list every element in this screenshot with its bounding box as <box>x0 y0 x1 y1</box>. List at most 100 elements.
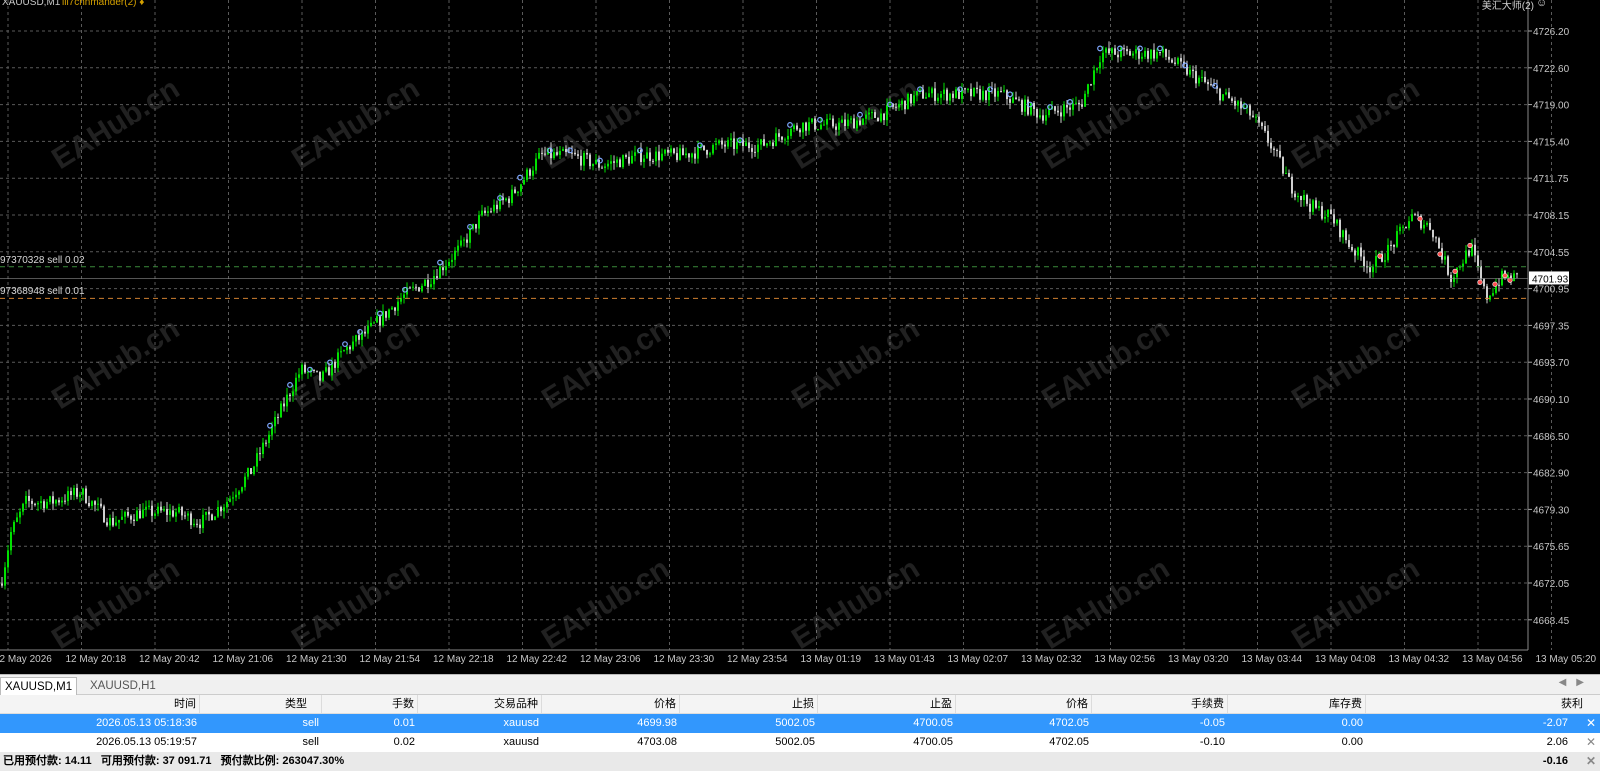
candle-body <box>19 511 21 518</box>
candle-body <box>313 369 315 371</box>
column-header-take-profit[interactable]: 止盈 <box>818 695 956 714</box>
close-order-icon[interactable]: ✕ <box>1586 714 1596 733</box>
column-header-type[interactable]: 类型 <box>200 695 322 714</box>
chevron-left-icon[interactable]: ◀ <box>1559 677 1577 688</box>
candle-body <box>511 189 513 203</box>
candle-body <box>682 148 684 156</box>
candle-body <box>283 403 285 407</box>
cell-stop-loss[interactable]: 5002.05 <box>680 733 818 752</box>
candle-body <box>217 507 219 517</box>
column-header-lots[interactable]: 手数 <box>322 695 418 714</box>
candle-body <box>505 198 507 201</box>
column-header-symbol[interactable]: 交易品种 <box>418 695 542 714</box>
column-header-commission[interactable]: 手续费 <box>1092 695 1228 714</box>
column-header-time[interactable]: 时间 <box>0 695 200 714</box>
candle-body <box>190 513 192 526</box>
candle-body <box>1360 247 1362 257</box>
chevron-right-icon[interactable]: ▶ <box>1576 677 1594 688</box>
candle-body <box>1003 90 1005 92</box>
watermark-text: EAHub.cn <box>786 312 925 416</box>
watermark-text: EAHub.cn <box>1036 72 1175 176</box>
candle-body <box>388 309 390 318</box>
time-axis-label: 13 May 02:32 <box>1021 654 1082 665</box>
order-line-label[interactable]: 97368948 sell 0.01 <box>0 286 85 297</box>
candle-body <box>625 155 627 157</box>
chart-canvas[interactable]: 4726.204722.604719.004715.404711.754708.… <box>0 0 1600 674</box>
candle-body <box>1111 48 1113 54</box>
column-header-current-price[interactable]: 价格 <box>956 695 1092 714</box>
candle-body <box>685 153 687 156</box>
candle-body <box>877 117 879 122</box>
candle-body <box>727 140 729 147</box>
column-header-swap[interactable]: 库存费 <box>1228 695 1366 714</box>
cell-take-profit[interactable]: 4700.05 <box>818 714 956 733</box>
candle-body <box>1501 270 1503 286</box>
candle-body <box>379 316 381 326</box>
time-axis-label: 13 May 04:08 <box>1315 654 1376 665</box>
candle-body <box>421 285 423 292</box>
cell-stop-loss[interactable]: 5002.05 <box>680 714 818 733</box>
candle-body <box>1351 246 1353 251</box>
candle-body <box>226 501 228 508</box>
trade-marker-buy <box>342 341 348 348</box>
candle-body <box>1228 92 1230 99</box>
candle-body <box>823 124 825 126</box>
close-order-icon[interactable]: ✕ <box>1586 733 1596 752</box>
candle-body <box>1348 240 1350 247</box>
candle-body <box>1345 230 1347 241</box>
candle-body <box>844 119 846 127</box>
candle-body <box>214 516 216 521</box>
candle-body <box>601 167 603 169</box>
candle-body <box>1024 99 1026 112</box>
candle-body <box>1342 230 1344 238</box>
candle-body <box>484 210 486 213</box>
candle-body <box>25 495 27 504</box>
trade-marker-buy <box>1097 45 1103 52</box>
candle-body <box>364 331 366 334</box>
order-line-label[interactable]: 97370328 sell 0.02 <box>0 255 85 266</box>
candle-body <box>13 521 15 533</box>
column-header-profit[interactable]: 获利 <box>1366 695 1586 714</box>
column-header-open-price[interactable]: 价格 <box>542 695 680 714</box>
smile-icon[interactable]: ☺ <box>1536 0 1548 9</box>
watermark-text: EAHub.cn <box>536 552 675 656</box>
candle-body <box>433 276 435 285</box>
tab-xauusd-h1[interactable]: XAUUSD,H1 <box>86 677 160 695</box>
candle-body <box>634 152 636 156</box>
chart-symbol-label: XAUUSD,M1 <box>2 0 61 8</box>
candle-body <box>673 148 675 154</box>
candle-body <box>781 136 783 140</box>
candle-body <box>904 100 906 110</box>
time-axis-label: 12 May 21:06 <box>213 654 274 665</box>
candle-body <box>1399 226 1401 232</box>
candle-body <box>184 515 186 517</box>
table-row[interactable]: 2026.05.13 05:19:57 sell 0.02 xauusd 470… <box>0 733 1600 752</box>
candle-body <box>940 93 942 98</box>
candle-body <box>982 90 984 100</box>
candle-body <box>658 151 660 161</box>
candle-body <box>265 442 267 444</box>
price-chart[interactable]: 4726.204722.604719.004715.404711.754708.… <box>0 0 1600 674</box>
candle-body <box>583 153 585 166</box>
column-header-stop-loss[interactable]: 止损 <box>680 695 818 714</box>
candle-body <box>1297 195 1299 198</box>
candle-body <box>475 224 477 229</box>
candle-body <box>133 519 135 522</box>
close-all-icon[interactable]: ✕ <box>1586 752 1596 771</box>
cell-time: 2026.05.13 05:19:57 <box>96 736 197 748</box>
candle-body <box>103 506 105 523</box>
candle-body <box>1093 70 1095 85</box>
candle-body <box>301 364 303 375</box>
cell-take-profit[interactable]: 4700.05 <box>818 733 956 752</box>
candle-body <box>220 507 222 512</box>
table-row[interactable]: 2026.05.13 05:18:36 sell 0.01 xauusd 469… <box>0 714 1600 733</box>
candle-body <box>670 148 672 153</box>
candle-body <box>838 122 840 130</box>
tab-scroll-arrows[interactable]: ◀▶ <box>1559 677 1594 688</box>
candle-body <box>1369 266 1371 273</box>
tab-xauusd-m1[interactable]: XAUUSD,M1 <box>0 677 78 695</box>
candle-body <box>205 511 207 515</box>
candle-body <box>898 104 900 108</box>
candle-body <box>928 93 930 98</box>
account-summary: 已用预付款: 14.11 可用预付款: 37 091.71 预付款比例: 263… <box>0 752 900 771</box>
